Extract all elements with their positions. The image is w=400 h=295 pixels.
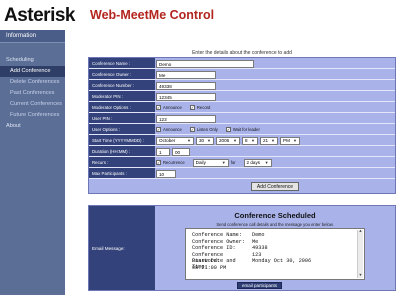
scroll-down-icon[interactable]: ▼ <box>358 274 363 278</box>
user-announce-label: Announce <box>163 127 182 132</box>
recurrence-label: Recurrence <box>163 160 185 165</box>
moderator-options-label: Moderator Options : <box>89 102 155 112</box>
moderator-announce-label: Announce <box>163 105 182 110</box>
user-announce-checkbox[interactable]: ✓ <box>156 127 161 132</box>
sidebar-item-information[interactable]: Information <box>0 30 65 43</box>
duration-label: Duration (HH:MM) : <box>89 146 155 156</box>
chevron-down-icon: ▼ <box>251 138 255 143</box>
start-hour-select[interactable]: 8 ▼ <box>242 136 258 145</box>
user-pin-input[interactable]: 123 <box>156 114 216 123</box>
moderator-announce-checkbox[interactable]: ✓ <box>156 105 161 110</box>
max-participants-input[interactable]: 10 <box>156 169 176 178</box>
user-options-label: User Options : <box>89 124 155 134</box>
max-participants-label: Max Participants : <box>89 168 155 178</box>
message-scrollbar[interactable]: ▲ ▼ <box>357 230 363 278</box>
conference-owner-input[interactable]: Me <box>156 70 216 79</box>
sidebar: Information Scheduling Add Conference De… <box>0 30 65 295</box>
sidebar-item-add-conference[interactable]: Add Conference <box>0 66 65 77</box>
email-message-label: Email Message: <box>89 206 155 290</box>
sidebar-item-current-conferences[interactable]: Current Conferences <box>0 99 65 110</box>
sidebar-item-delete-conferences[interactable]: Delete Conferences <box>0 77 65 88</box>
form-intro: Enter the details about the conference t… <box>192 50 292 56</box>
moderator-pin-label: Moderator PIN : <box>89 91 155 101</box>
user-wait-leader-checkbox[interactable]: ✓ <box>225 127 231 132</box>
chevron-down-icon: ▼ <box>293 138 297 143</box>
user-listen-only-checkbox[interactable]: ✓ <box>189 127 195 132</box>
moderator-pin-input[interactable]: 12345 <box>156 92 216 101</box>
conference-number-input[interactable]: 49338 <box>156 81 216 90</box>
conference-number-label: Conference Number : <box>89 80 155 90</box>
conference-name-label: Conference Name : <box>89 58 155 68</box>
conference-owner-label: Conference Owner : <box>89 69 155 79</box>
chevron-down-icon: ▼ <box>233 138 237 143</box>
sidebar-item-scheduling[interactable]: Scheduling <box>0 55 65 66</box>
sidebar-item-future-conferences[interactable]: Future Conferences <box>0 110 65 121</box>
start-day-select[interactable]: 30 ▼ <box>196 136 214 145</box>
recurrence-frequency-select[interactable]: Daily ▼ <box>192 158 229 167</box>
moderator-record-checkbox[interactable]: ✓ <box>189 105 195 110</box>
start-minute-select[interactable]: 21 ▼ <box>260 136 278 145</box>
main-content: Enter the details about the conference t… <box>88 48 396 194</box>
user-listen-only-label: Listen Only <box>196 127 218 132</box>
app-header: Asterisk Web-MeetMe Control <box>0 0 400 30</box>
asterisk-logo: Asterisk <box>4 5 76 26</box>
chevron-down-icon: ▼ <box>207 138 211 143</box>
email-message-textarea[interactable]: Conference Name: Demo Conference Owner: Me… <box>185 228 365 280</box>
scheduled-subtitle: Send conference call details and the mes… <box>216 222 334 227</box>
chevron-down-icon: ▼ <box>271 138 275 143</box>
chevron-down-icon: ▼ <box>221 160 226 165</box>
user-wait-leader-label: Wait for leader <box>232 127 260 132</box>
duration-hours-input[interactable]: 1 <box>156 147 170 156</box>
scroll-up-icon[interactable]: ▲ <box>358 230 363 234</box>
chevron-down-icon: ▼ <box>187 138 191 143</box>
recurrence-for-label: for <box>230 160 236 165</box>
app-title: Web-MeetMe Control <box>90 8 215 22</box>
scheduled-title: Conference Scheduled <box>234 211 316 220</box>
moderator-record-label: Record <box>196 105 211 110</box>
start-year-select[interactable]: 2006 ▼ <box>216 136 240 145</box>
user-pin-label: User PIN : <box>89 113 155 123</box>
start-time-label: Start Time (YYYYMMDD) : <box>89 135 155 145</box>
recurs-label: Recurs : <box>89 157 155 167</box>
conference-name-input[interactable]: Demo <box>156 59 254 68</box>
email-participants-button[interactable]: email participants <box>237 282 283 289</box>
add-conference-form: Conference Name : Demo Conference Owner … <box>88 57 396 194</box>
duration-minutes-input[interactable]: 00 <box>172 147 190 156</box>
conference-scheduled-panel: Email Message: Conference Scheduled Send… <box>88 205 396 291</box>
start-month-select[interactable]: October ▼ <box>156 136 194 145</box>
sidebar-item-past-conferences[interactable]: Past Conferences <box>0 88 65 99</box>
start-ampm-select[interactable]: PM ▼ <box>280 136 300 145</box>
sidebar-item-about[interactable]: About <box>0 121 65 132</box>
recurrence-count-select[interactable]: 2 days ▼ <box>243 158 272 167</box>
recurrence-checkbox[interactable]: ✓ <box>156 160 161 165</box>
add-conference-button[interactable]: Add Conference <box>250 181 300 191</box>
chevron-down-icon: ▼ <box>264 160 269 165</box>
